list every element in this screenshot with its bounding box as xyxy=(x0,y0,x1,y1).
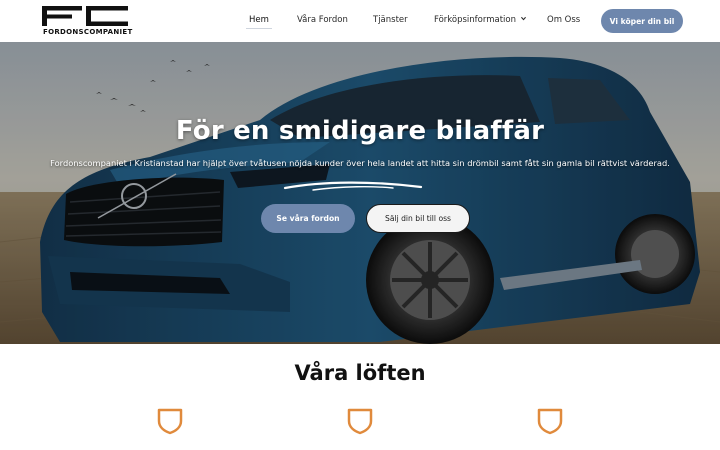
shield-icon xyxy=(347,408,373,435)
nav-item-vara-fordon[interactable]: Våra Fordon xyxy=(297,15,348,25)
main-nav: Hem Våra Fordon Tjänster Förköpsinformat… xyxy=(0,0,720,42)
highlight-underline xyxy=(283,181,423,191)
nav-item-hem[interactable]: Hem xyxy=(249,15,269,25)
hero-title-highlight: smidigare xyxy=(278,116,427,146)
promise-item xyxy=(156,407,186,437)
site-header: FORDONSCOMPANIET Hem Våra Fordon Tjänste… xyxy=(0,0,720,42)
sell-your-car-button[interactable]: Sälj din bil till oss xyxy=(366,204,470,233)
we-buy-your-car-button[interactable]: Vi köper din bil xyxy=(601,9,683,33)
promise-item xyxy=(536,407,566,437)
chevron-down-icon xyxy=(520,16,526,21)
hero-title-suffix: bilaffär xyxy=(426,116,545,146)
shield-icon xyxy=(157,408,183,435)
nav-item-tjanster[interactable]: Tjänster xyxy=(373,15,408,25)
hero-title: För en smidigare bilaffär xyxy=(0,116,720,146)
see-vehicles-button[interactable]: Se våra fordon xyxy=(261,204,355,233)
hero-background-image xyxy=(0,42,720,344)
hero-title-prefix: För en xyxy=(175,116,279,146)
shield-icon xyxy=(537,408,563,435)
hero-section: För en smidigare bilaffär Fordonscompani… xyxy=(0,42,720,344)
promise-item xyxy=(346,407,376,437)
hero-subtitle: Fordonscompaniet i Kristianstad har hjäl… xyxy=(50,158,670,168)
nav-item-label: Förköpsinformation xyxy=(434,15,516,25)
nav-item-om-oss[interactable]: Om Oss xyxy=(547,15,580,25)
promises-title: Våra löften xyxy=(294,361,426,385)
active-nav-indicator xyxy=(246,28,272,29)
nav-item-forkopsinformation[interactable]: Förköpsinformation xyxy=(434,15,526,25)
